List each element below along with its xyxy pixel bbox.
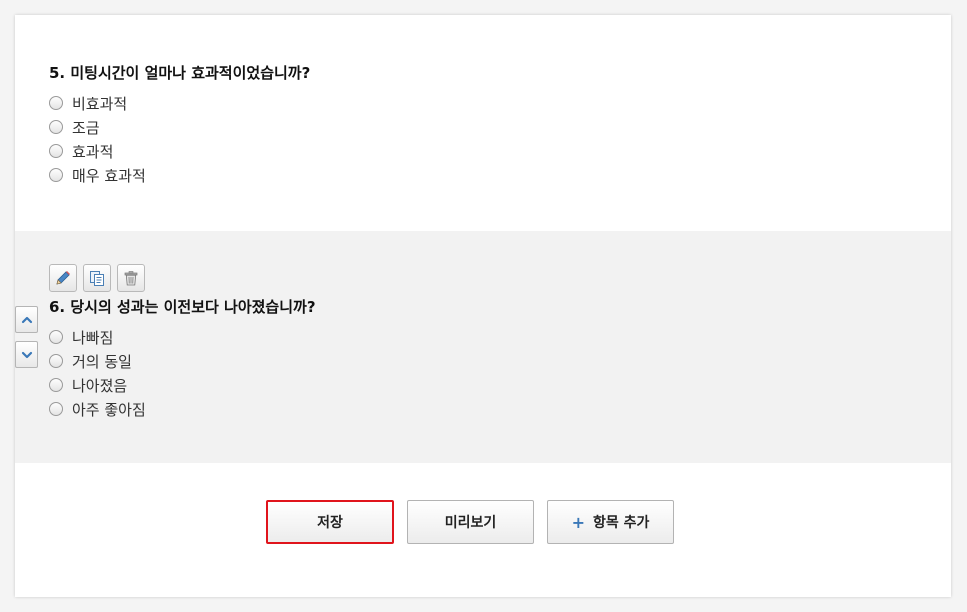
radio-button[interactable] (49, 120, 63, 134)
option-label: 효과적 (72, 142, 114, 161)
option-label: 조금 (72, 118, 100, 137)
question-6-block: 6. 당시의 성과는 이전보다 나아졌습니까? 나빠짐 거의 동일 나아졌음 아… (15, 231, 951, 463)
option-label: 아주 좋아짐 (72, 400, 146, 419)
add-item-button[interactable]: + 항목 추가 (547, 500, 674, 544)
question-toolbar (49, 264, 145, 292)
move-up-button[interactable] (15, 306, 38, 333)
radio-button[interactable] (49, 402, 63, 416)
preview-button[interactable]: 미리보기 (407, 500, 534, 544)
chevron-up-icon (21, 316, 32, 323)
action-buttons: 저장 미리보기 + 항목 추가 (266, 500, 674, 544)
survey-card: 5. 미팅시간이 얼마나 효과적이었습니까? 비효과적 조금 효과적 매우 효과… (15, 15, 951, 597)
q5-option-4[interactable]: 매우 효과적 (49, 163, 310, 187)
q6-option-2[interactable]: 거의 동일 (49, 349, 316, 373)
add-item-label: 항목 추가 (593, 515, 650, 531)
pencil-icon (56, 271, 70, 285)
radio-button[interactable] (49, 168, 63, 182)
option-label: 나빠짐 (72, 328, 114, 347)
save-button[interactable]: 저장 (266, 500, 394, 544)
q5-option-3[interactable]: 효과적 (49, 139, 310, 163)
q6-option-3[interactable]: 나아졌음 (49, 373, 316, 397)
question-5: 5. 미팅시간이 얼마나 효과적이었습니까? 비효과적 조금 효과적 매우 효과… (49, 63, 310, 187)
option-label: 나아졌음 (72, 376, 128, 395)
copy-button[interactable] (83, 264, 111, 292)
move-down-button[interactable] (15, 341, 38, 368)
q6-option-4[interactable]: 아주 좋아짐 (49, 397, 316, 421)
option-label: 비효과적 (72, 94, 128, 113)
q5-option-1[interactable]: 비효과적 (49, 91, 310, 115)
radio-button[interactable] (49, 378, 63, 392)
question-5-title: 5. 미팅시간이 얼마나 효과적이었습니까? (49, 64, 311, 82)
radio-button[interactable] (49, 330, 63, 344)
radio-button[interactable] (49, 354, 63, 368)
radio-button[interactable] (49, 96, 63, 110)
option-label: 거의 동일 (72, 352, 132, 371)
plus-icon: + (571, 512, 585, 532)
q6-option-1[interactable]: 나빠짐 (49, 325, 316, 349)
question-6-title: 6. 당시의 성과는 이전보다 나아졌습니까? (49, 298, 316, 316)
question-6: 6. 당시의 성과는 이전보다 나아졌습니까? 나빠짐 거의 동일 나아졌음 아… (49, 297, 316, 421)
q5-option-2[interactable]: 조금 (49, 115, 310, 139)
option-label: 매우 효과적 (72, 166, 146, 185)
chevron-down-icon (21, 351, 32, 358)
radio-button[interactable] (49, 144, 63, 158)
copy-icon (90, 271, 104, 286)
edit-button[interactable] (49, 264, 77, 292)
delete-button[interactable] (117, 264, 145, 292)
trash-icon (124, 271, 138, 286)
